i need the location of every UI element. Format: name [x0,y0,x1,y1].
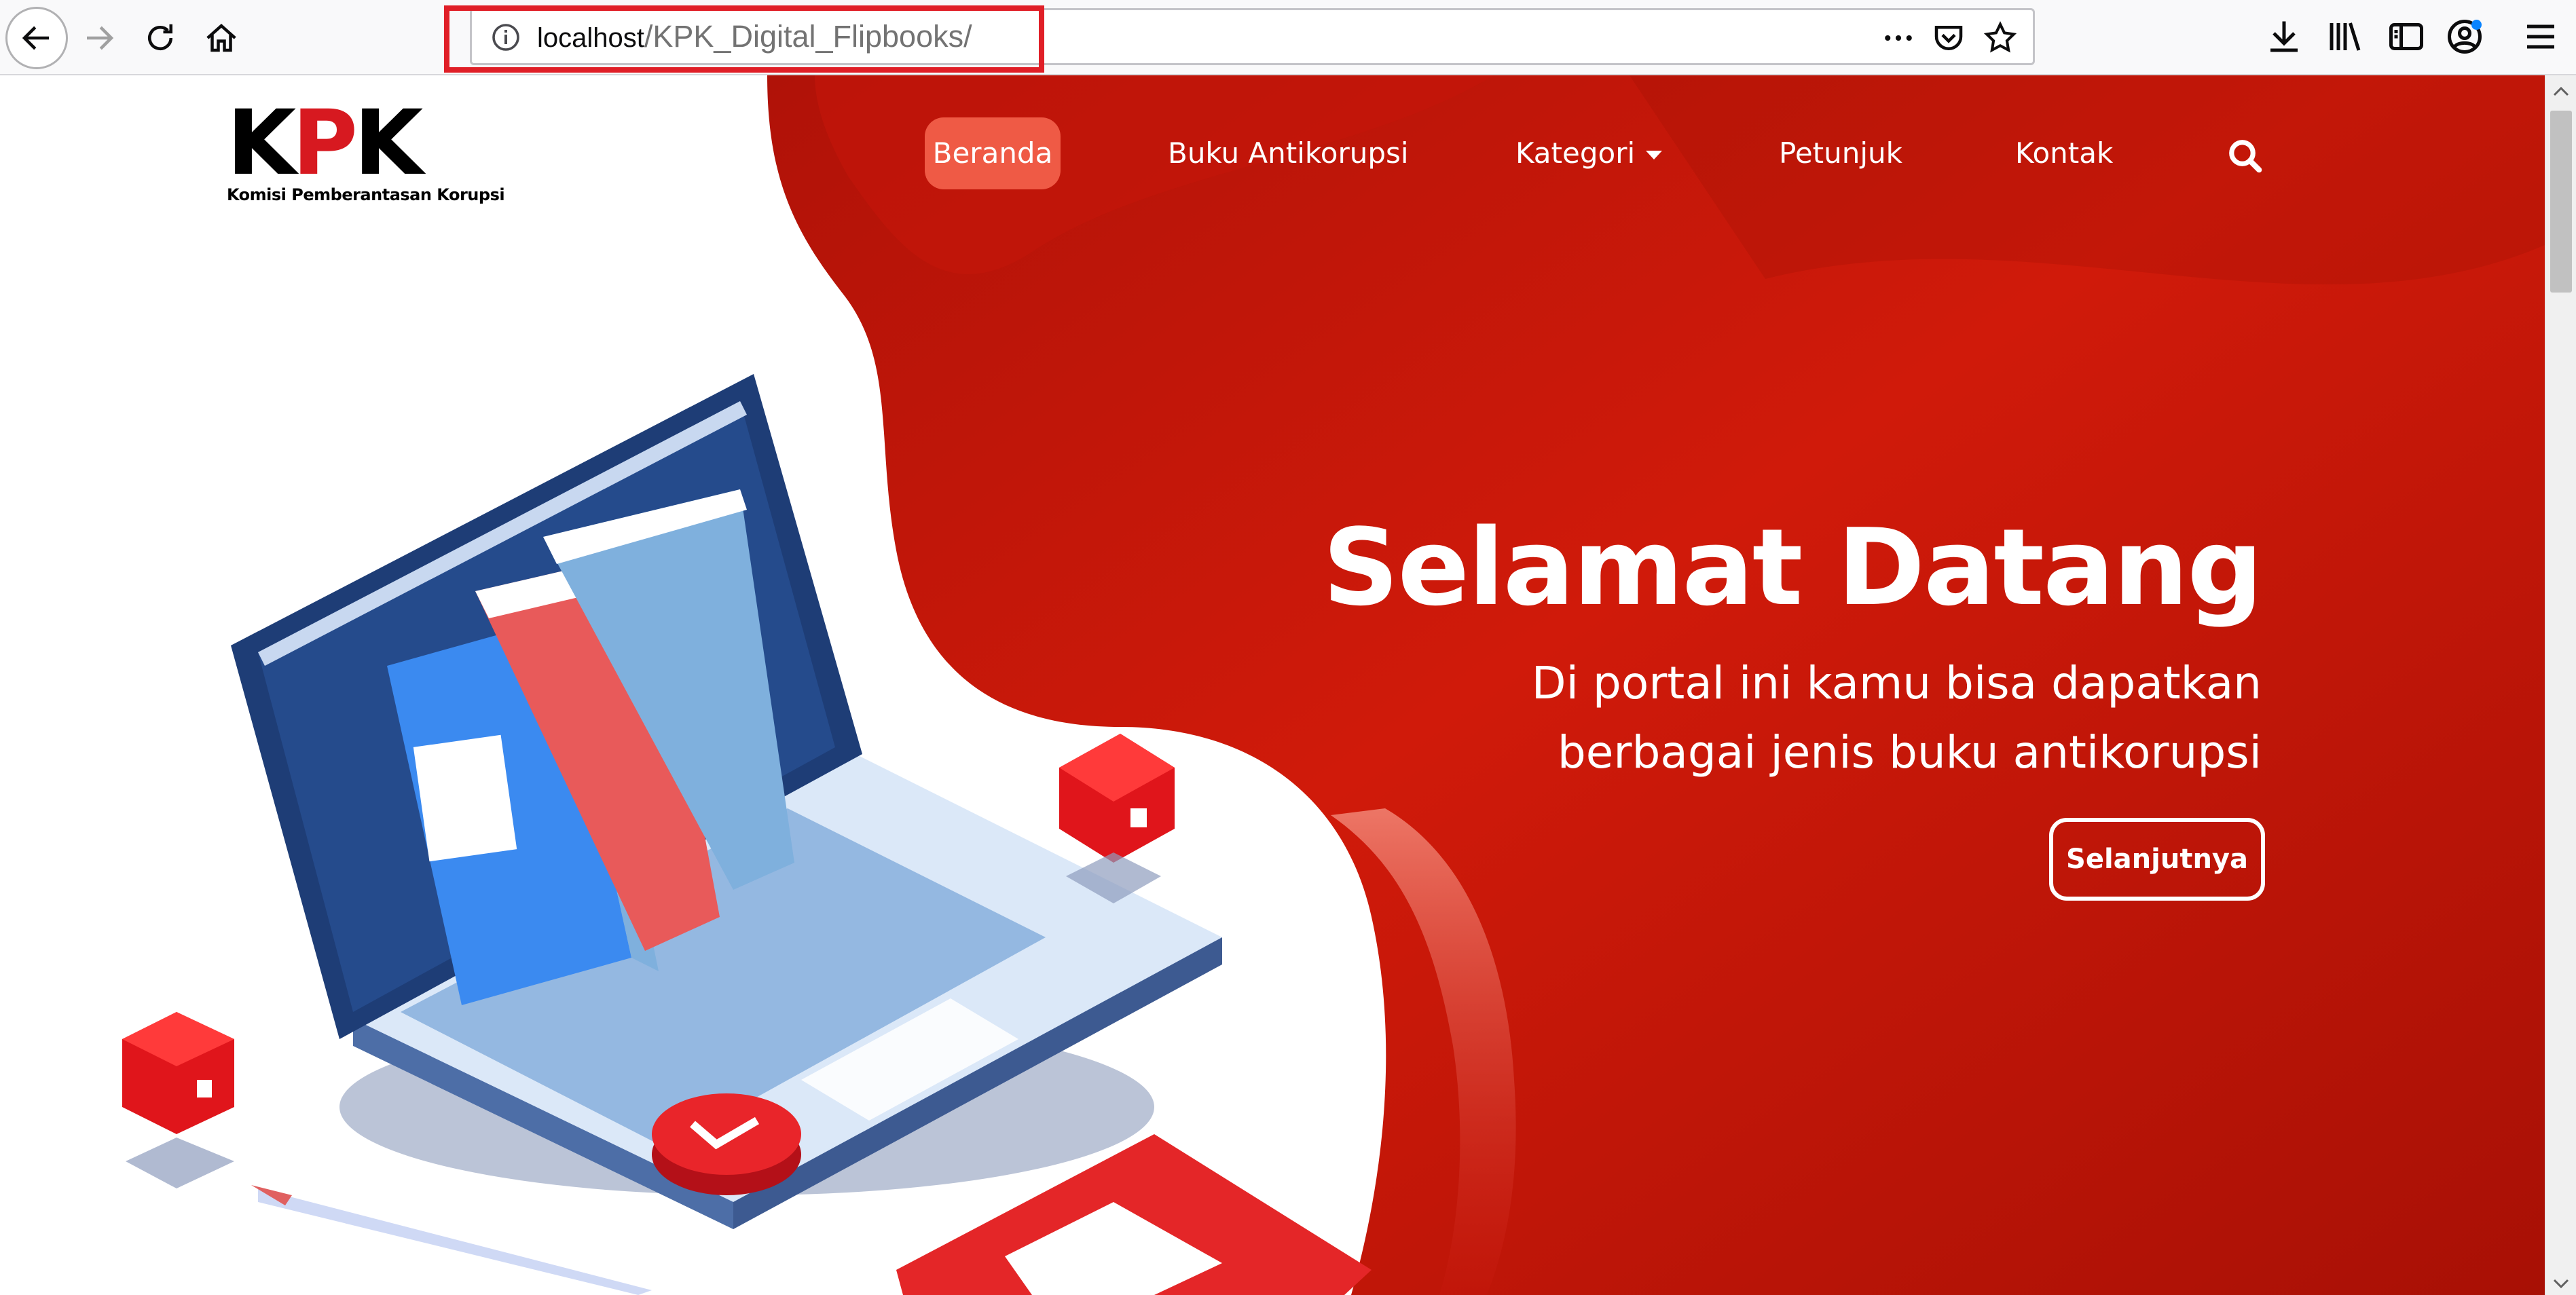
hero-title: Selamat Datang [1323,506,2263,629]
kpk-logo[interactable]: KPK Komisi Pemberantasan Korupsi [227,98,512,204]
more-dots-icon[interactable] [1880,20,1917,56]
reload-icon[interactable] [129,7,191,69]
nav-item-kategori[interactable]: Kategori [1515,117,1663,189]
logo-subtitle: Komisi Pemberantasan Korupsi [227,185,505,204]
search-icon[interactable] [2227,138,2264,174]
account-icon[interactable] [2444,16,2485,57]
logo-letter-k2: K [354,91,423,195]
url-text[interactable]: localhost/KPK_Digital_Flipbooks/ [537,10,972,63]
scroll-up-arrow-icon[interactable] [2552,85,2570,98]
info-icon[interactable] [490,21,522,54]
nav-item-buku-antikorupsi[interactable]: Buku Antikorupsi [1168,117,1409,189]
home-icon[interactable] [190,7,253,69]
back-arrow-icon[interactable] [5,7,68,69]
nav-item-kontak[interactable]: Kontak [2015,117,2113,189]
sidebar-icon[interactable] [2386,16,2427,57]
page-viewport: KPK Komisi Pemberantasan Korupsi Beranda… [0,75,2545,1295]
library-icon[interactable] [2325,16,2366,57]
forward-arrow-icon[interactable] [68,7,130,69]
selanjutnya-button[interactable]: Selanjutnya [2049,818,2265,901]
caret-down-icon [1646,151,1663,159]
nav-item-kategori-label: Kategori [1515,136,1636,170]
logo-letter-k: K [227,91,296,195]
page-scrollbar[interactable] [2545,75,2576,1295]
hero-subtitle-line-2: berbagai jenis buku antikorupsi [1557,726,2262,778]
browser-toolbar: localhost/KPK_Digital_Flipbooks/ [0,0,2576,75]
download-icon[interactable] [2264,16,2304,57]
hero-subtitle-line-1: Di portal ini kamu bisa dapatkan [1531,657,2262,709]
url-host: localhost [537,23,644,53]
logo-letter-p: P [292,91,358,195]
star-icon[interactable] [1982,20,2019,56]
nav-item-beranda[interactable]: Beranda [925,117,1061,189]
hero-subtitle: Di portal ini kamu bisa dapatkan berbaga… [1447,649,2262,787]
scrollbar-thumb[interactable] [2550,111,2572,293]
logo-wordmark: KPK [227,98,512,188]
pocket-icon[interactable] [1930,20,1967,56]
nav-item-petunjuk[interactable]: Petunjuk [1779,117,1902,189]
url-path: /KPK_Digital_Flipbooks/ [644,19,972,54]
url-bar[interactable]: localhost/KPK_Digital_Flipbooks/ [470,8,2035,65]
scroll-down-arrow-icon[interactable] [2552,1277,2570,1290]
hamburger-menu-icon[interactable] [2520,16,2561,57]
